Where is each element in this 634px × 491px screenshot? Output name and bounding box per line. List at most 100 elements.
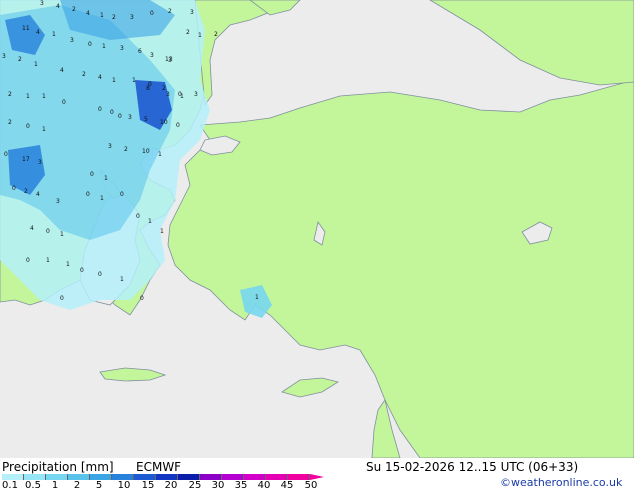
precip-value-label: 3 [120, 45, 124, 52]
precip-value-label: 1 [158, 151, 162, 158]
precip-value-label: 1 [198, 32, 202, 39]
precip-value-label: 1 [26, 93, 30, 100]
precip-value-label: 3 [166, 91, 170, 98]
precip-value-label: 1 [46, 257, 50, 264]
precip-value-label: 3 [128, 114, 132, 121]
precip-value-label: 1 [148, 218, 152, 225]
precip-value-label: 2 [168, 8, 172, 15]
precip-value-label: 3 [40, 0, 44, 7]
precip-value-label: 0 [26, 257, 30, 264]
precip-value-label: 0 [62, 99, 66, 106]
precip-value-label: 1 [100, 195, 104, 202]
legend-tick-label: 25 [188, 480, 202, 491]
precip-value-label: 8 [146, 85, 150, 92]
valid-time: Su 15-02-2026 12..15 UTC (06+33) [366, 460, 579, 474]
precip-value-label: 10 [160, 119, 168, 126]
legend-tick-label: 1 [51, 480, 59, 491]
precip-value-label: 5 [144, 116, 148, 123]
precip-value-label: 0 [86, 191, 90, 198]
legend-tick-label: 45 [280, 480, 294, 491]
precip-value-label: 3 [108, 143, 112, 150]
precip-value-label: 6 [138, 48, 142, 55]
precip-value-label: 2 [24, 188, 28, 195]
precip-value-label: 10 [142, 148, 150, 155]
precip-value-label: 1 [34, 61, 38, 68]
precip-value-label: 2 [72, 6, 76, 13]
precip-value-label: 1 [102, 43, 106, 50]
legend-tick-label: 0.1 [2, 480, 18, 491]
precip-value-label: 0 [88, 41, 92, 48]
precip-value-label: 1 [160, 228, 164, 235]
precip-value-label: 2 [18, 56, 22, 63]
precip-value-label: 0 [118, 113, 122, 120]
legend-tick-label: 50 [304, 480, 318, 491]
precip-value-label: 4 [60, 67, 64, 74]
precip-value-label: 0 [110, 109, 114, 116]
precip-value-label: 17 [22, 156, 30, 163]
legend-tick-label: 5 [95, 480, 103, 491]
precip-value-label: 2 [8, 91, 12, 98]
precip-value-label: 0 [98, 106, 102, 113]
precip-value-label: 4 [36, 29, 40, 36]
precip-value-label: 1 [60, 231, 64, 238]
precip-value-label: 1 [132, 77, 136, 84]
precip-value-label: 2 [214, 31, 218, 38]
precip-value-label: 2 [112, 14, 116, 21]
precip-value-label: 4 [98, 74, 102, 81]
precip-value-label: 1 [66, 261, 70, 268]
precip-value-label: 3 [190, 9, 194, 16]
legend-tick-label: 0.5 [25, 480, 41, 491]
product-title: Precipitation [mm] [2, 460, 114, 474]
precip-value-label: 3 [130, 14, 134, 21]
legend-tick-label: 2 [73, 480, 81, 491]
precip-value-label: 2 [8, 119, 12, 126]
model-name: ECMWF [136, 460, 182, 474]
precip-value-label: 3 [56, 198, 60, 205]
precip-value-label: 3 [38, 159, 42, 166]
precip-value-label: 11 [22, 25, 30, 32]
precip-value-label: 0 [98, 271, 102, 278]
precip-value-label: 1 [100, 12, 104, 19]
precip-value-label: 3 [194, 91, 198, 98]
precip-value-label: 1 [255, 294, 259, 301]
legend-tick-label: 20 [164, 480, 178, 491]
precip-value-label: 4 [56, 3, 60, 10]
precip-value-label: 1 [180, 93, 184, 100]
precip-value-label: 0 [176, 122, 180, 129]
footer: Precipitation [mm] ECMWF Su 15-02-2026 1… [0, 458, 634, 491]
precip-value-label: 0 [46, 228, 50, 235]
precip-value-label: 0 [140, 295, 144, 302]
precip-value-label: 0 [26, 123, 30, 130]
precip-value-label: 0 [4, 151, 8, 158]
precipitation-map: 3 4 24 1 2 30 2 3114 130 1 3 6332 1 2133 2142 4 1 1020 32 1… [0, 0, 634, 458]
precip-value-label: 4 [86, 10, 90, 17]
precip-value-label: 0 [150, 10, 154, 17]
precip-value-label: 4 [36, 191, 40, 198]
precip-value-label: 1 [42, 126, 46, 133]
legend-tick-label: 30 [211, 480, 225, 491]
precip-value-label: 0 [80, 267, 84, 274]
precip-value-label: 4 [30, 225, 34, 232]
precip-value-label: 1 [52, 31, 56, 38]
precip-value-label: 0 [60, 295, 64, 302]
precip-value-label: 2 [124, 146, 128, 153]
precip-value-label: 3 [70, 37, 74, 44]
legend-tick-label: 15 [141, 480, 155, 491]
precip-value-label: 0 [12, 185, 16, 192]
precip-value-label: 1 [120, 276, 124, 283]
precip-value-label: 0 [90, 171, 94, 178]
precip-value-label: 1 [112, 77, 116, 84]
precip-value-label: 1 [42, 93, 46, 100]
precip-value-label: 3 [2, 53, 6, 60]
precip-value-label: 2 [82, 71, 86, 78]
precip-value-label: 0 [136, 213, 140, 220]
legend-tick-label: 40 [257, 480, 271, 491]
precip-value-label: 0 [120, 191, 124, 198]
legend-tick-label: 35 [234, 480, 248, 491]
credit-link[interactable]: ©weatheronline.co.uk [500, 476, 622, 489]
precip-value-label: 2 [186, 29, 190, 36]
precip-value-label: 1 [104, 175, 108, 182]
legend-tick-label: 10 [117, 480, 131, 491]
precip-value-label: 3 [150, 52, 154, 59]
precip-value-label: 13 [165, 56, 173, 63]
